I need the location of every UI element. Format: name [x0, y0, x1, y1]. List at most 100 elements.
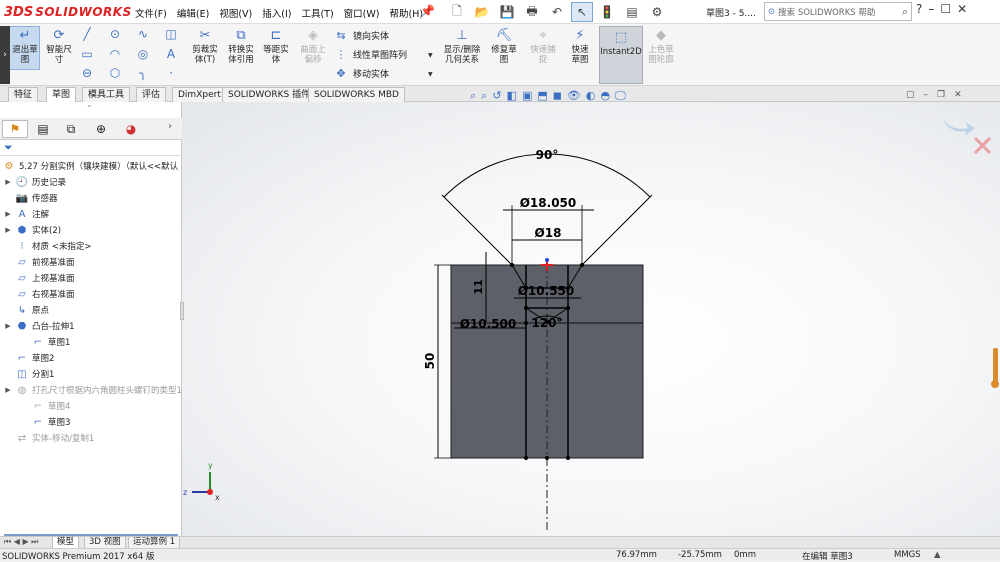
tree-root[interactable]: ⚙ 5.27 分割实例（镶块建模）（默认<<默认: [2, 158, 179, 174]
new-document-icon[interactable]: 🗋: [446, 2, 468, 22]
search-help-field[interactable]: ⊙ 搜索 SOLIDWORKS 帮助 ⌕: [764, 2, 912, 21]
repair-sketch-button[interactable]: ⛏ 修复草图: [486, 28, 522, 65]
tree-item[interactable]: ⌐ 草图3: [20, 414, 71, 430]
menu-edit[interactable]: 编辑(E): [172, 4, 214, 22]
tree-item[interactable]: ⌐ 草图1: [20, 334, 71, 350]
tree-item[interactable]: ▶ ⬢ 实体(2): [4, 222, 61, 238]
maximize-button[interactable]: ☐: [940, 2, 951, 16]
tree-item[interactable]: ▱ 上视基准面: [4, 270, 74, 286]
zoom-thermometer-icon[interactable]: [991, 348, 999, 388]
solidworks-logo[interactable]: 3DS SOLIDWORKS: [4, 3, 132, 21]
search-scope-icon[interactable]: ⊙: [768, 7, 775, 17]
angle-dimension-90[interactable]: 90°: [536, 148, 559, 162]
help-icon[interactable]: ?: [916, 2, 922, 16]
zoom-area-icon[interactable]: ⌕: [481, 89, 487, 103]
menu-tools[interactable]: 工具(T): [296, 4, 338, 22]
expand-arrow-icon[interactable]: ▶: [4, 210, 12, 218]
spline-icon[interactable]: ∿: [136, 27, 150, 41]
menu-insert[interactable]: 插入(I): [257, 4, 296, 22]
tab-solidworks-addins[interactable]: SOLIDWORKS 插件: [222, 87, 317, 102]
edit-appearance-icon[interactable]: ◐: [586, 89, 596, 103]
diameter-dimension-18[interactable]: Ø18: [535, 226, 562, 240]
expand-arrow-icon[interactable]: ▶: [4, 226, 12, 234]
viewport-minimize-icon[interactable]: –: [924, 90, 929, 100]
dynamic-annotation-icon[interactable]: ▣: [522, 89, 532, 103]
rectangle-icon[interactable]: ▭: [80, 47, 94, 61]
tab-features[interactable]: 特征: [8, 87, 39, 102]
dimxpert-tab-icon[interactable]: ⊕: [88, 120, 114, 138]
viewport-maximize-icon[interactable]: ❐: [937, 90, 945, 100]
file-properties-icon[interactable]: ▤: [621, 2, 643, 22]
select-cursor-icon[interactable]: ↖: [571, 2, 593, 22]
tabs-scroll-right-icon[interactable]: ›: [168, 121, 172, 132]
tree-item[interactable]: ▱ 前视基准面: [4, 254, 74, 270]
tab-nav-first-icon[interactable]: ⏮ ◀ ▶ ⏭: [4, 537, 38, 547]
unit-system[interactable]: MMGS: [894, 550, 921, 560]
mirror-entities-button[interactable]: ⇆ 镜向实体: [334, 29, 389, 42]
save-icon[interactable]: 💾: [496, 2, 518, 22]
display-style-icon[interactable]: ◼: [553, 89, 562, 103]
expand-arrow-icon[interactable]: ›: [0, 26, 10, 84]
tree-item[interactable]: ⇄ 实体-移动/复制1: [4, 430, 95, 446]
tree-item[interactable]: ⌐ 草图4: [20, 398, 71, 414]
menu-file[interactable]: 文件(F): [130, 4, 172, 22]
view-settings-icon[interactable]: 🖵: [615, 89, 626, 103]
viewport-close-icon[interactable]: ✕: [954, 90, 962, 100]
tree-item[interactable]: ▶ ◍ 打孔尺寸根据内六角圆柱头螺钉的类型1: [4, 382, 182, 398]
configuration-tab-icon[interactable]: ⧉: [58, 120, 84, 138]
fillet-icon[interactable]: ╮: [136, 66, 150, 80]
pattern-dropdown-icon[interactable]: ▼: [428, 52, 433, 59]
offset-on-surface-button[interactable]: ◈ 曲面上偏移: [295, 28, 331, 65]
move-dropdown-icon[interactable]: ▼: [428, 71, 433, 78]
apply-scene-icon[interactable]: ◓: [601, 89, 611, 103]
ellipse-icon[interactable]: ◎: [136, 47, 150, 61]
pin-icon[interactable]: 📌: [420, 4, 435, 18]
menu-view[interactable]: 视图(V): [214, 4, 257, 22]
move-entities-button[interactable]: ✥ 移动实体: [334, 67, 389, 80]
display-manager-tab-icon[interactable]: ◕: [118, 120, 144, 138]
tab-solidworks-mbd[interactable]: SOLIDWORKS MBD: [308, 87, 405, 102]
line-icon[interactable]: ╱: [80, 27, 94, 41]
confirmation-corner[interactable]: [942, 118, 992, 155]
height-dimension-50[interactable]: 50: [423, 353, 437, 370]
minimize-button[interactable]: –: [928, 2, 934, 16]
hide-show-icon[interactable]: 👁: [567, 89, 581, 103]
view-orientation-icon[interactable]: ⬒: [537, 89, 547, 103]
section-view-icon[interactable]: ◧: [507, 89, 517, 103]
tree-item[interactable]: ↳ 原点: [4, 302, 49, 318]
point-icon[interactable]: ·: [164, 66, 178, 80]
tree-item[interactable]: ▶ A 注解: [4, 206, 49, 222]
search-icon[interactable]: ⌕: [902, 5, 908, 19]
feature-tree-tab-icon[interactable]: ⚑: [2, 120, 28, 138]
smart-dimension-button[interactable]: ⟳ 智能尺寸: [42, 28, 76, 65]
height-dimension-11[interactable]: 11: [472, 279, 485, 294]
sketch-canvas[interactable]: 90° Ø18.050 Ø18 Ø10.550 Ø10.500 120° 11 …: [182, 102, 1000, 536]
expand-arrow-icon[interactable]: ▶: [4, 322, 12, 330]
linear-pattern-button[interactable]: ⋮ 线性草图阵列: [334, 48, 408, 61]
display-delete-relations-button[interactable]: ⊥ 显示/删除几何关系: [440, 28, 484, 65]
plane-tool-icon[interactable]: ◫: [164, 27, 178, 41]
graphics-area[interactable]: 90° Ø18.050 Ø18 Ø10.550 Ø10.500 120° 11 …: [182, 102, 1000, 536]
diameter-dimension-18-050[interactable]: Ø18.050: [520, 196, 577, 210]
close-button[interactable]: ✕: [957, 2, 967, 16]
tree-item[interactable]: ⌐ 草图2: [4, 350, 55, 366]
previous-view-icon[interactable]: ↺: [492, 89, 501, 103]
tree-item[interactable]: ▶ 🕘 历史记录: [4, 174, 66, 190]
tree-item[interactable]: ▱ 右视基准面: [4, 286, 74, 302]
tree-item[interactable]: ▶ ⬣ 凸台-拉伸1: [4, 318, 74, 334]
convert-entities-button[interactable]: ⧉ 转换实体引用: [224, 28, 258, 65]
tree-filter-bar[interactable]: ⏷: [0, 140, 182, 156]
property-manager-tab-icon[interactable]: ▤: [30, 120, 56, 138]
tab-dimxpert[interactable]: DimXpert: [172, 87, 227, 102]
rapid-sketch-button[interactable]: ⚡ 快速草图: [563, 28, 597, 65]
units-dropdown-icon[interactable]: ▲: [934, 550, 941, 560]
rebuild-icon[interactable]: 🚦: [596, 2, 618, 22]
diameter-dimension-10-500[interactable]: Ø10.500: [460, 317, 517, 331]
open-icon[interactable]: 📂: [471, 2, 493, 22]
filter-icon[interactable]: ⏷: [4, 141, 13, 155]
print-icon[interactable]: 🖶: [521, 2, 543, 22]
tree-item[interactable]: ◫ 分割1: [4, 366, 54, 382]
arc-icon[interactable]: ◠: [108, 47, 122, 61]
exit-sketch-button[interactable]: ↵ 退出草图: [10, 28, 40, 65]
tree-item[interactable]: 📷 传感器: [4, 190, 58, 206]
